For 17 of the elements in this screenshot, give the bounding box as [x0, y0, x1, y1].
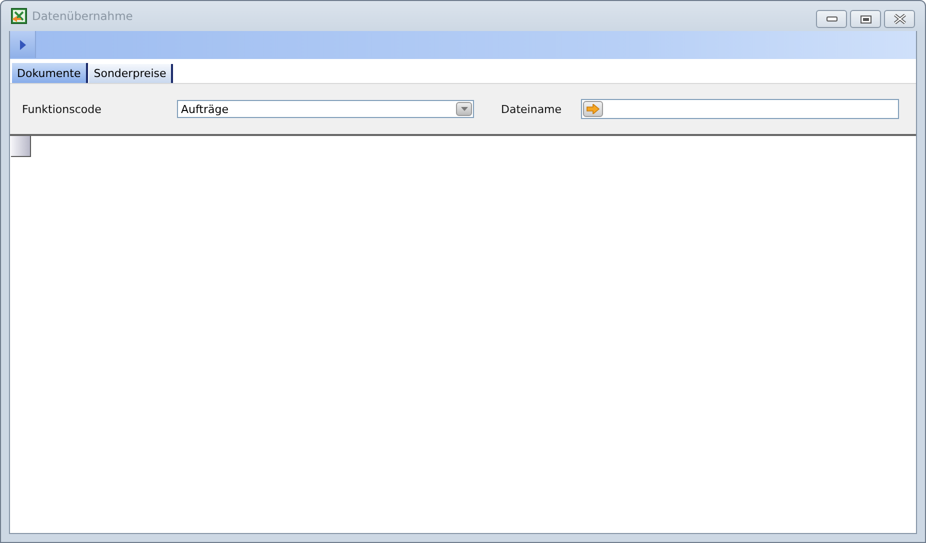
- expand-button[interactable]: [10, 31, 36, 58]
- spreadsheet-icon: [11, 8, 27, 24]
- function-code-dropdown[interactable]: Aufträge: [177, 100, 474, 118]
- file-name-field[interactable]: [581, 99, 899, 119]
- minimize-icon: [826, 16, 838, 22]
- window-title: Datenübernahme: [32, 9, 133, 23]
- minimize-button[interactable]: [816, 10, 847, 28]
- close-button[interactable]: [884, 10, 915, 28]
- maximize-button[interactable]: [850, 10, 881, 28]
- tab[interactable]: Sonderpreise: [88, 64, 174, 83]
- maximize-icon: [860, 14, 872, 24]
- close-icon: [892, 14, 906, 24]
- triangle-icon: [20, 40, 26, 50]
- grid-corner: [11, 136, 31, 157]
- tab[interactable]: Dokumente: [12, 63, 88, 83]
- field-label: Dateiname: [501, 102, 563, 116]
- field-label: Funktionscode: [22, 102, 102, 116]
